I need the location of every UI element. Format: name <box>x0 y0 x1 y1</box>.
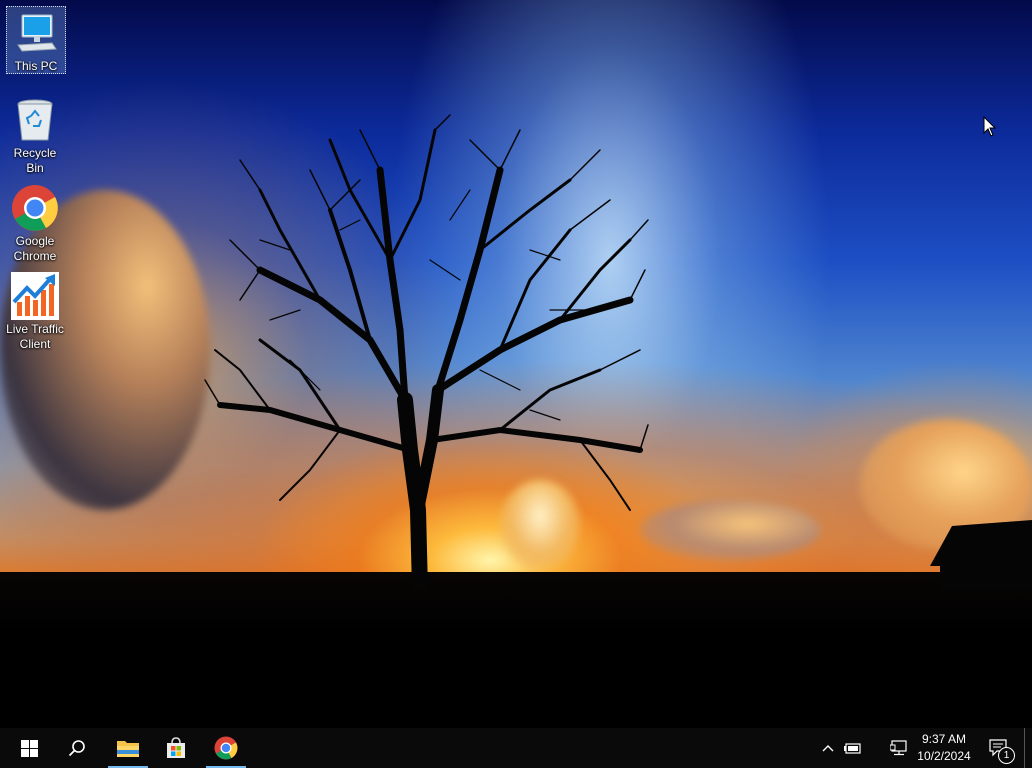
taskbar-microsoft-store[interactable] <box>156 728 196 768</box>
chevron-up-icon <box>822 745 834 752</box>
mouse-cursor-icon <box>983 116 997 137</box>
recycle-bin-icon <box>11 96 59 144</box>
chrome-icon <box>11 184 59 232</box>
action-center-button[interactable]: 1 <box>984 728 1015 768</box>
taskbar: 9:37 AM 10/2/2024 1 <box>0 728 1032 768</box>
wallpaper-cloud <box>640 500 820 560</box>
search-button[interactable] <box>56 728 98 768</box>
desktop-icon-label: This PC <box>14 59 58 73</box>
tray-battery-button[interactable] <box>842 728 864 768</box>
computer-icon <box>12 9 60 57</box>
windows-logo-icon <box>20 739 38 757</box>
folder-icon <box>117 741 139 757</box>
clock-date: 10/2/2024 <box>917 749 971 763</box>
wallpaper-ground <box>0 572 1032 728</box>
store-icon <box>167 737 185 758</box>
tree-silhouette <box>204 114 649 590</box>
hut-silhouette <box>930 520 1032 590</box>
desktop-icon-recycle-bin[interactable]: Recycle Bin <box>6 94 64 176</box>
taskbar-google-chrome[interactable] <box>206 728 246 768</box>
traffic-chart-icon <box>11 272 59 320</box>
tray-clock[interactable]: 9:37 AM 10/2/2024 <box>914 728 974 768</box>
show-hidden-icons-button[interactable] <box>818 728 838 768</box>
desktop-icon-google-chrome[interactable]: Google Chrome <box>6 182 64 264</box>
notification-count-badge: 1 <box>998 747 1015 764</box>
tray-network-button[interactable] <box>888 728 910 768</box>
desktop-wallpaper: This PC Recycle Bin Google Chrome Live T… <box>0 0 1032 728</box>
clock-time: 9:37 AM <box>921 732 966 746</box>
desktop-icon-this-pc[interactable]: This PC <box>6 6 66 74</box>
desktop-icon-label: Live Traffic Client <box>6 322 64 351</box>
desktop-icon-live-traffic-client[interactable]: Live Traffic Client <box>6 270 64 352</box>
chrome-icon <box>214 736 238 760</box>
show-desktop-button[interactable] <box>1024 728 1032 768</box>
desktop-icon-label: Recycle Bin <box>13 146 57 175</box>
network-icon <box>890 740 907 756</box>
search-icon <box>68 740 85 757</box>
taskbar-file-explorer[interactable] <box>108 728 148 768</box>
start-button[interactable] <box>8 728 50 768</box>
desktop-icon-label: Google Chrome <box>13 234 57 263</box>
battery-icon <box>844 743 861 754</box>
